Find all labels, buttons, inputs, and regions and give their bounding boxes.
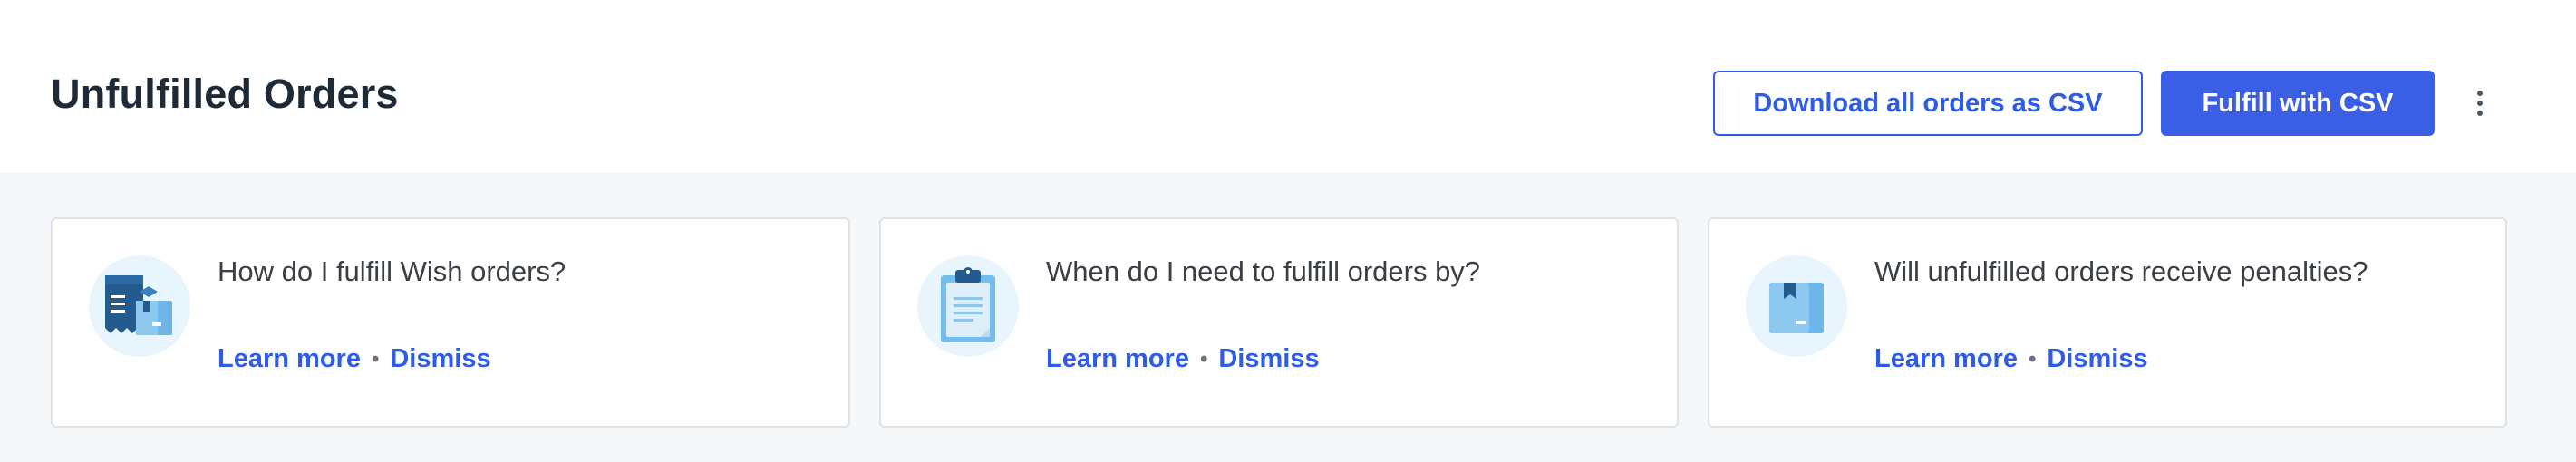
card-actions: Learn more • Dismiss [1046,344,1320,374]
kebab-menu-icon[interactable] [2467,85,2493,121]
separator-dot: • [1199,346,1208,371]
shipping-documents-icon [89,255,190,357]
help-card-fulfill-deadline: When do I need to fulfill orders by? Lea… [879,217,1679,428]
dismiss-link[interactable]: Dismiss [2047,344,2147,374]
kebab-dot [2477,111,2483,116]
separator-dot: • [2028,346,2037,371]
kebab-dot [2477,101,2483,106]
page-title: Unfulfilled Orders [51,71,399,117]
fulfill-with-csv-button[interactable]: Fulfill with CSV [2161,71,2435,136]
download-csv-button[interactable]: Download all orders as CSV [1713,71,2143,136]
learn-more-link[interactable]: Learn more [1874,344,2018,374]
dismiss-link[interactable]: Dismiss [1218,344,1319,374]
learn-more-link[interactable]: Learn more [218,344,361,374]
card-question: How do I fulfill Wish orders? [218,255,567,287]
learn-more-link[interactable]: Learn more [1046,344,1189,374]
kebab-dot [2477,91,2483,96]
page-header: Unfulfilled Orders Download all orders a… [0,0,2576,172]
clipboard-icon [917,255,1019,357]
card-actions: Learn more • Dismiss [218,344,491,374]
page: Unfulfilled Orders Download all orders a… [0,0,2576,462]
dismiss-link[interactable]: Dismiss [390,344,490,374]
package-box-icon [1746,255,1847,357]
help-card-penalties: Will unfulfilled orders receive penaltie… [1708,217,2507,428]
help-card-fulfill-orders: How do I fulfill Wish orders? Learn more… [51,217,850,428]
card-question: When do I need to fulfill orders by? [1046,255,1481,287]
separator-dot: • [371,346,380,371]
card-question: Will unfulfilled orders receive penaltie… [1874,255,2368,287]
card-actions: Learn more • Dismiss [1874,344,2148,374]
